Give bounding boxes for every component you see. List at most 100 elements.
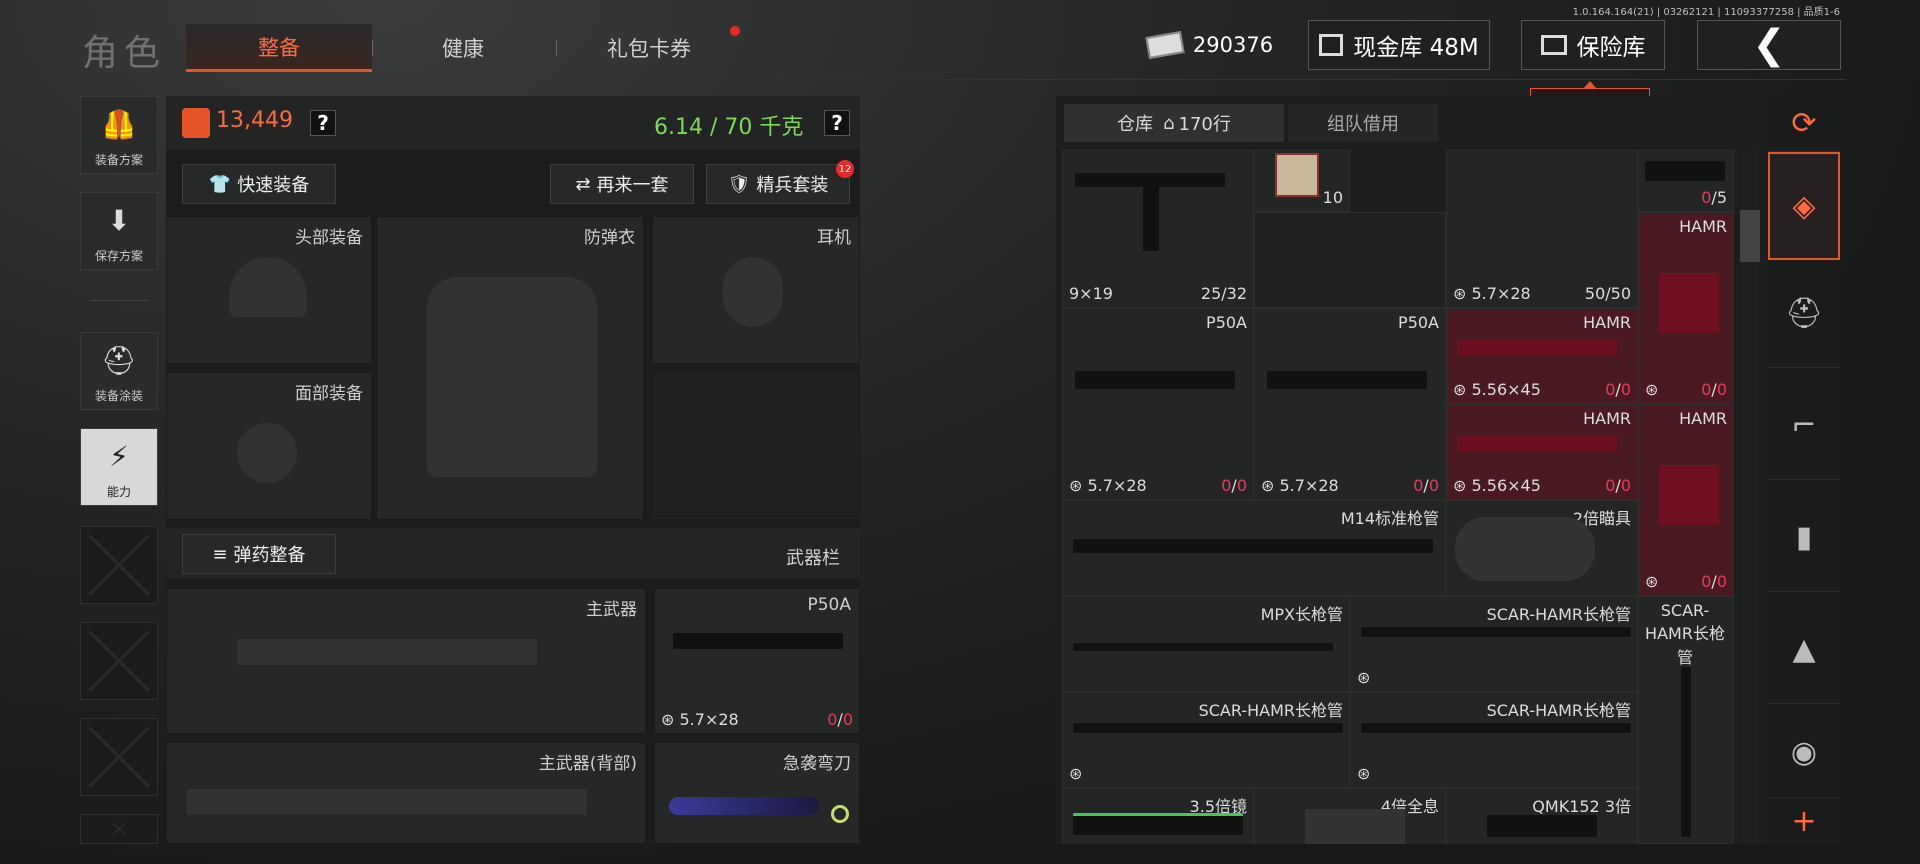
slot-label: 急袭弯刀 [783, 754, 851, 774]
storage-item-5[interactable]: ⊛ 5.7×28 50/50 [1446, 150, 1638, 308]
storage-item-scar-barrel-2[interactable]: SCAR-HAMR长枪管 ⊛ [1062, 692, 1350, 788]
add-button[interactable]: + [1768, 798, 1840, 844]
storage-item-smg[interactable]: 9×19 25/32 [1062, 150, 1254, 308]
weight-display: 6.14 / 70 千克 [654, 115, 804, 140]
rifle-silhouette [237, 639, 537, 665]
slot-label: 主武器(背部) [538, 754, 637, 774]
slot-label: P50A [807, 595, 851, 615]
ammo-count: 0/0 [827, 710, 853, 729]
filter-attachment[interactable]: ◉ [1768, 708, 1840, 798]
storage-item-hamr-1[interactable]: HAMR ⊛ 5.56×45 0/0 [1446, 308, 1638, 404]
row-count: 170行 [1178, 114, 1231, 135]
barrel-image [1073, 723, 1343, 733]
button-label: 快速装备 [237, 175, 310, 196]
face-slot[interactable]: 面部装备 [166, 372, 372, 520]
filter-ammo[interactable]: ▲ [1768, 596, 1840, 704]
helmet-icon: ⛑ [1784, 296, 1824, 331]
sidebar-item-save[interactable]: ⬇ 保存方案 [80, 192, 158, 270]
weight-help-button[interactable]: ? [824, 110, 850, 136]
armor-slot[interactable]: 防弹衣 [376, 216, 644, 520]
hamr-image [1659, 273, 1719, 333]
sight-icon: ◉ [1790, 735, 1818, 770]
cash-icon [1145, 31, 1185, 59]
storage-item-scope-2x[interactable]: 2倍瞄具 [1446, 500, 1638, 596]
storage-item-scope-35x[interactable]: 3.5倍镜 [1062, 788, 1254, 844]
barrel-image [1361, 723, 1631, 733]
storage-item-mpx-barrel[interactable]: MPX长枪管 [1062, 596, 1350, 692]
cash-vault-button[interactable]: 现金库 48M [1308, 20, 1490, 70]
filter-all[interactable]: ◈ [1768, 152, 1840, 260]
primary-weapon-slot[interactable]: 主武器 [166, 588, 646, 734]
storage-item-scar-barrel-3[interactable]: SCAR-HAMR长枪管 ⊛ [1350, 692, 1638, 788]
storage-item-ammo[interactable]: 10 [1254, 150, 1350, 212]
quantity: 10 [1322, 188, 1343, 207]
barrel-image [1361, 627, 1631, 637]
filter-magazine[interactable]: ▮ [1768, 484, 1840, 592]
magazine-icon: ▮ [1795, 520, 1813, 555]
storage-item-holo-4x[interactable]: 4倍全息 [1254, 788, 1446, 844]
refresh-icon: ⇄ [575, 173, 591, 195]
ammo-button[interactable]: ≡ 弹药整备 [182, 534, 336, 574]
quick-equip-button[interactable]: 👕 快速装备 [182, 164, 336, 204]
chevron-left-icon: ❮ [1752, 22, 1786, 68]
primary-back-slot[interactable]: 主武器(背部) [166, 742, 646, 844]
again-button[interactable]: ⇄ 再来一套 [550, 164, 694, 204]
tab-health[interactable]: 健康 [370, 24, 556, 72]
item-name: P50A [1206, 313, 1247, 332]
storage-item-qmk152[interactable]: QMK152 3倍 [1446, 788, 1638, 844]
storage-item-p50a-1[interactable]: P50A ⊛ 5.7×28 0/0 [1062, 308, 1254, 500]
barrel-image [1073, 539, 1433, 553]
empty-slot [80, 814, 158, 844]
headset-slot[interactable]: 耳机 [652, 216, 860, 364]
equipment-value: 13,449 [216, 108, 293, 133]
back-button[interactable]: ❮ [1697, 20, 1841, 70]
caliber: ⊛ [1069, 764, 1083, 783]
sidebar-item-label: 装备方案 [94, 153, 143, 167]
sidebar-item-label: 能力 [106, 485, 131, 499]
storage-empty[interactable] [1254, 212, 1446, 308]
tab-gift-cards[interactable]: 礼包卡券 [556, 24, 742, 72]
storage-item-part[interactable]: 0/5 [1638, 150, 1734, 212]
scrollbar-thumb[interactable] [1740, 210, 1760, 262]
caliber: ⊛ [1645, 380, 1659, 399]
tab-equip[interactable]: 整备 [186, 24, 372, 72]
plus-icon: + [1791, 803, 1817, 839]
secondary-weapon-slot[interactable]: P50A ⊛ 5.7×28 0/0 [654, 588, 860, 734]
elite-set-button[interactable]: 🛡 精兵套装 [706, 164, 850, 204]
barrel-image [1681, 667, 1691, 837]
head-slot[interactable]: 头部装备 [166, 216, 372, 364]
storage-item-scar-barrel-1[interactable]: SCAR-HAMR长枪管 ⊛ [1350, 596, 1638, 692]
armor-silhouette [427, 277, 597, 477]
tab-team-borrow[interactable]: 组队借用 [1288, 104, 1438, 142]
weapon-bar-label: 武器栏 [786, 548, 840, 569]
sort-button[interactable]: ⟳ [1768, 96, 1840, 152]
tab-storage[interactable]: 仓库 ⌂ 170行 [1064, 104, 1284, 142]
storage-item-m14-barrel[interactable]: M14标准枪管 [1062, 500, 1446, 596]
value-help-button[interactable]: ? [310, 110, 336, 136]
storage-item-hamr-3[interactable]: HAMR ⊛ 5.56×45 0/0 [1446, 404, 1638, 500]
vault-label: 现金库 48M [1353, 35, 1479, 61]
sidebar-item-skin[interactable]: ⛑ 装备涂装 [80, 332, 158, 410]
headset-silhouette [723, 257, 783, 327]
vest-value-icon [182, 108, 210, 138]
safe-button[interactable]: 保险库 [1521, 20, 1665, 70]
storage-item-hamr-tall[interactable]: HAMR ⊛ 0/0 [1638, 212, 1734, 404]
storage-item-hamr-2[interactable]: HAMR ⊛ 0/0 [1638, 404, 1734, 596]
storage-item-p50a-2[interactable]: P50A ⊛ 5.7×28 0/0 [1254, 308, 1446, 500]
filter-helmet[interactable]: ⛑ [1768, 260, 1840, 368]
extra-slot[interactable] [652, 372, 860, 520]
ammo-count: 25/32 [1200, 284, 1247, 303]
p50a-image [1267, 371, 1427, 389]
layers-icon: ◈ [1792, 188, 1816, 224]
ammo-box-image [1275, 153, 1319, 197]
knife-slot[interactable]: 急袭弯刀 [654, 742, 860, 844]
sidebar-item-loadout[interactable]: 🦺 装备方案 [80, 96, 158, 174]
storage-item-scar-barrel-v[interactable]: SCAR-HAMR长枪管 [1638, 596, 1734, 844]
ammo-count: 0/0 [1605, 476, 1631, 495]
item-name: HAMR [1583, 313, 1631, 332]
caliber: ⊛ 5.7×28 [1261, 476, 1339, 495]
hamr-image [1457, 435, 1617, 451]
sidebar-item-ability[interactable]: ⚡ 能力 [80, 428, 158, 506]
filter-weapon[interactable]: ⌐ [1768, 372, 1840, 480]
item-name: P50A [1398, 313, 1439, 332]
